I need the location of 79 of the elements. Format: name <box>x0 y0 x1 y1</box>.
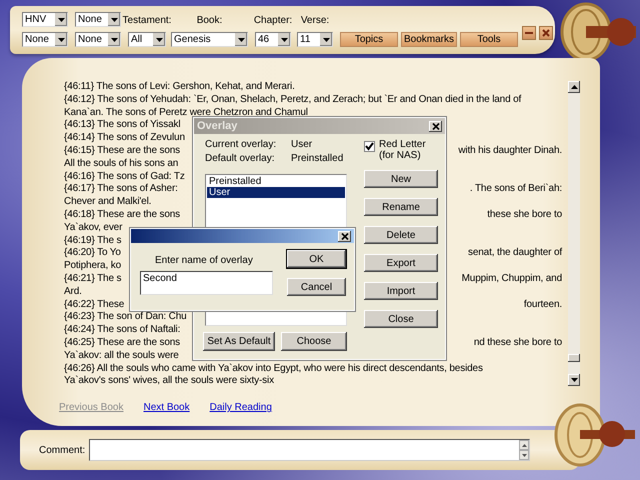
verse-text: {46:16} The sons of Gad: Tz <box>64 170 185 184</box>
dropdown[interactable]: None <box>22 32 68 47</box>
dropdown[interactable]: 11 <box>297 32 333 47</box>
verse-text: {46:23} The son of Dan: Chu <box>64 311 187 324</box>
dropdown[interactable]: All <box>128 32 166 47</box>
dialog-button[interactable]: Delete <box>364 226 438 244</box>
verse-text: {46:18} These are the sons <box>64 208 180 222</box>
verse-text: with his daughter Dinah. <box>458 144 562 158</box>
verse-text: {46:17} The sons of Asher: <box>64 183 178 196</box>
toolbar-button[interactable]: Topics <box>340 32 398 47</box>
close-icon[interactable] <box>338 230 351 242</box>
dropdown[interactable]: None <box>75 12 121 27</box>
verse-text: All the souls of his sons an <box>64 158 178 171</box>
dropdown[interactable]: None <box>75 32 121 47</box>
verse-text: {46:15} These are the sons <box>64 144 180 158</box>
field-label: Book: <box>196 15 222 27</box>
verse-text: senat, the daughter of <box>468 247 562 260</box>
verse-text: {46:14} The sons of Zevulun <box>64 132 185 145</box>
dialog-button[interactable]: Export <box>364 254 438 272</box>
verse-text: nd these she bore to <box>474 336 562 350</box>
verse-text: {46:12} The sons of Yehudah: `Er, Onan, Shelach, Peretz, and Zerach; but `Er and Onan died in the land of <box>64 94 522 107</box>
vertical-scrollbar[interactable] <box>568 81 580 386</box>
dropdown[interactable]: 46 <box>255 32 291 47</box>
verse-text: Kana`an. The sons of Peretz were Chetzron and Chamul <box>64 106 308 120</box>
dropdown[interactable]: HNV <box>22 12 68 27</box>
dialog-button[interactable]: Close <box>364 310 438 328</box>
name-input-field[interactable]: Second <box>140 271 273 295</box>
list-item[interactable]: Preinstalled <box>207 176 345 187</box>
comment-field[interactable] <box>89 439 530 461</box>
dialog-button[interactable]: Cancel <box>287 278 346 296</box>
verse-text: {46:24} The sons of Naftali: <box>64 324 180 337</box>
dropdown[interactable]: Genesis <box>171 32 248 47</box>
dialog-button[interactable]: Set As Default <box>203 332 275 351</box>
nav-link[interactable]: Next Book <box>143 402 190 414</box>
info-label: Current overlay: <box>205 139 278 151</box>
verse-text: Ya`akov's sons' wives, all the souls were sixty-six <box>64 375 274 388</box>
scroll-up-icon[interactable] <box>568 81 580 93</box>
verse-text: {46:19} The s <box>64 234 122 248</box>
scroll-down-icon[interactable] <box>568 374 580 386</box>
checkbox-label: Red Letter (for NAS) <box>379 139 427 161</box>
verse-text: {46:20} To Yo <box>64 247 121 260</box>
checkbox[interactable] <box>364 141 375 152</box>
verse-text: Potiphera, ko <box>64 260 121 273</box>
spin-up-icon[interactable] <box>519 440 529 450</box>
verse-text: {46:22} These <box>64 298 124 312</box>
list-item[interactable]: User <box>207 187 345 198</box>
field-label: Verse: <box>300 15 330 27</box>
field-label: Testament: <box>122 15 172 27</box>
minimize-icon[interactable] <box>522 26 536 40</box>
info-value: Preinstalled <box>291 153 344 165</box>
dialog-button[interactable]: Rename <box>364 198 438 216</box>
scroll-thumb[interactable] <box>568 354 580 362</box>
verse-text: {46:26} All the souls who came with Ya`akov into Egypt, who were his direct descendants, besides <box>64 362 483 376</box>
dialog-title: Overlay <box>197 120 238 132</box>
verse-text: {46:21} The s <box>64 272 122 286</box>
verse-text: {46:11} The sons of Levi: Gershon, Kehat, and Merari. <box>64 81 295 94</box>
verse-text: . The sons of Beri`ah: <box>470 183 562 196</box>
verse-text: Ya`akov, ever <box>64 222 122 235</box>
comment-label: Comment: <box>39 444 86 456</box>
field-label: Chapter: <box>254 15 292 27</box>
dialog-button[interactable]: New <box>364 170 438 188</box>
verse-text: Muppim, Chuppim, and <box>462 272 562 286</box>
nav-link[interactable]: Daily Reading <box>210 402 272 414</box>
verse-text: Ard. <box>64 286 82 299</box>
verse-text: {46:25} These are the sons <box>64 336 180 350</box>
verse-text: these she bore to <box>487 208 562 222</box>
info-value: User <box>291 139 314 151</box>
toolbar-button[interactable]: Tools <box>460 32 518 47</box>
dialog-button[interactable]: Choose <box>281 332 347 351</box>
dialog-button[interactable]: Import <box>364 282 438 300</box>
prompt-text: Enter name of overlay <box>154 255 254 267</box>
verse-text: fourteen. <box>524 298 562 312</box>
verse-text: Chever and Malki'el. <box>64 196 152 209</box>
verse-text: {46:13} The sons of Yissakl <box>64 119 180 132</box>
info-label: Default overlay: <box>205 153 276 165</box>
verse-text: Ya`akov: all the souls were <box>64 350 179 363</box>
toolbar-button[interactable]: Bookmarks <box>401 32 457 47</box>
spin-down-icon[interactable] <box>519 450 529 460</box>
dialog-button[interactable]: OK <box>287 250 346 268</box>
